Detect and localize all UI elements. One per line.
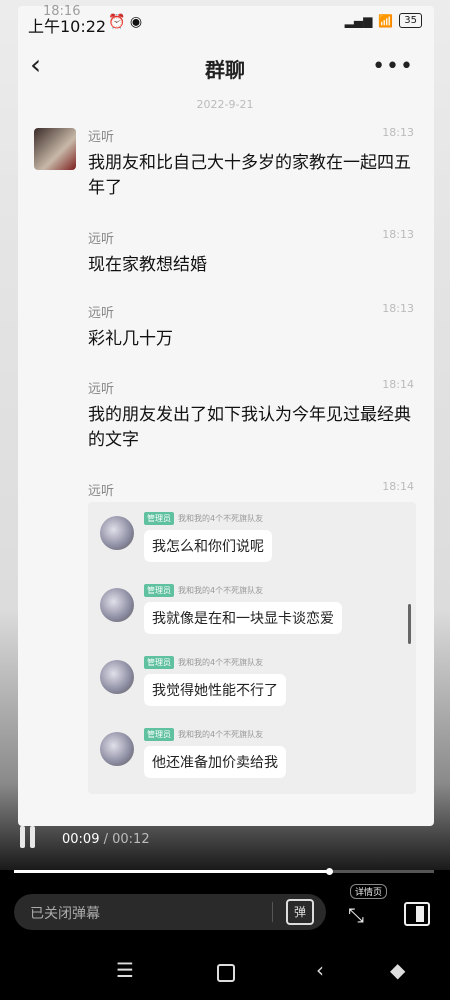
message-bubble: 我就像是在和一块显卡谈恋爱 xyxy=(144,602,342,634)
message-time: 18:13 xyxy=(382,126,414,139)
total-time: / 00:12 xyxy=(103,832,150,847)
battery-icon: 35 xyxy=(399,13,422,28)
progress-fill xyxy=(14,870,329,873)
back-icon[interactable]: ‹ xyxy=(316,958,324,982)
status-icons: ▂▄▆ 📶 35 xyxy=(345,13,422,28)
alarm-icon: ⏰ ◉ xyxy=(108,14,143,30)
avatar xyxy=(100,660,134,694)
signal-icon: ▂▄▆ xyxy=(344,13,373,28)
message-bubble: 我觉得她性能不行了 xyxy=(144,674,286,706)
admin-badge: 管理员 xyxy=(144,584,174,597)
group-name: 我和我的4个不死旗队友 xyxy=(178,730,264,739)
pause-icon[interactable] xyxy=(20,826,35,848)
playback-time: 00:09 / 00:12 xyxy=(62,832,150,847)
message-text: 我朋友和比自己大十多岁的家教在一起四五年了 xyxy=(88,153,411,198)
member-tag: 管理员 我和我的4个不死旗队友 xyxy=(144,512,263,525)
wifi-icon: 📶 xyxy=(378,13,394,28)
chat-header: ‹ 群聊 ••• xyxy=(0,46,450,90)
date-divider: 2022-9-21 xyxy=(196,98,254,111)
avatar xyxy=(100,732,134,766)
current-time: 00:09 xyxy=(62,832,100,847)
group-name: 我和我的4个不死旗队友 xyxy=(178,514,264,523)
sender-name: 远听 xyxy=(88,382,115,397)
message-text: 彩礼几十万 xyxy=(88,329,173,349)
scrollbar[interactable] xyxy=(408,604,411,644)
admin-badge: 管理员 xyxy=(144,728,174,741)
sender-name: 远听 xyxy=(88,130,115,145)
message-text: 现在家教想结婚 xyxy=(88,255,207,275)
more-icon[interactable]: ••• xyxy=(372,54,414,79)
avatar xyxy=(100,516,134,550)
status-bar: 18:16 上午10:22 ⏰ ◉ ▂▄▆ 📶 35 xyxy=(0,0,450,46)
message-time: 18:14 xyxy=(382,480,414,493)
system-navigation: ☰ ‹ ◆ xyxy=(0,950,450,1000)
group-name: 我和我的4个不死旗队友 xyxy=(178,658,264,667)
divider xyxy=(272,902,273,922)
avatar xyxy=(100,588,134,622)
message-bubble: 我怎么和你们说呢 xyxy=(144,530,272,562)
admin-badge: 管理员 xyxy=(144,512,174,525)
video-frame[interactable]: 18:16 上午10:22 ⏰ ◉ ▂▄▆ 📶 35 ‹ 群聊 ••• 2022… xyxy=(0,0,450,870)
status-time: 上午10:22 xyxy=(28,17,107,36)
side-view-icon[interactable] xyxy=(404,902,430,926)
message: 远听 18:13 彩礼几十万 xyxy=(88,302,418,352)
message-text: 我的朋友发出了如下我认为今年见过最经典的文字 xyxy=(88,405,411,450)
exit-fullscreen-icon[interactable]: ⤡ xyxy=(348,903,364,927)
sender-name: 远听 xyxy=(88,232,115,247)
detail-page-label[interactable]: 详情页 xyxy=(350,884,388,899)
message-time: 18:13 xyxy=(382,228,414,241)
message: 远听 18:13 现在家教想结婚 xyxy=(88,228,418,278)
member-tag: 管理员 我和我的4个不死旗队友 xyxy=(144,728,263,741)
danmaku-input[interactable]: 已关闭弹幕 弹 xyxy=(14,894,326,930)
message: 远听 18:14 xyxy=(88,480,418,499)
member-tag: 管理员 我和我的4个不死旗队友 xyxy=(144,584,263,597)
assistant-icon[interactable]: ◆ xyxy=(390,958,405,982)
sender-name: 远听 xyxy=(88,484,115,499)
member-tag: 管理员 我和我的4个不死旗队友 xyxy=(144,656,263,669)
message: 远听 18:14 我的朋友发出了如下我认为今年见过最经典的文字 xyxy=(88,378,418,453)
message-time: 18:14 xyxy=(382,378,414,391)
message-bubble: 他还准备加价卖给我 xyxy=(144,746,286,778)
group-name: 我和我的4个不死旗队友 xyxy=(178,586,264,595)
danmaku-placeholder: 已关闭弹幕 xyxy=(30,906,100,922)
embedded-chat-image[interactable]: 管理员 我和我的4个不死旗队友 我怎么和你们说呢 管理员 我和我的4个不死旗队友… xyxy=(88,502,416,794)
message: 远听 18:13 我朋友和比自己大十多岁的家教在一起四五年了 xyxy=(88,126,418,201)
menu-icon[interactable]: ☰ xyxy=(116,958,134,982)
progress-bar[interactable] xyxy=(14,868,434,875)
home-icon[interactable] xyxy=(217,964,235,982)
danmaku-toggle-icon[interactable]: 弹 xyxy=(286,899,314,925)
sender-name: 远听 xyxy=(88,306,115,321)
admin-badge: 管理员 xyxy=(144,656,174,669)
message-time: 18:13 xyxy=(382,302,414,315)
progress-knob[interactable] xyxy=(326,868,333,875)
avatar[interactable] xyxy=(34,128,76,170)
